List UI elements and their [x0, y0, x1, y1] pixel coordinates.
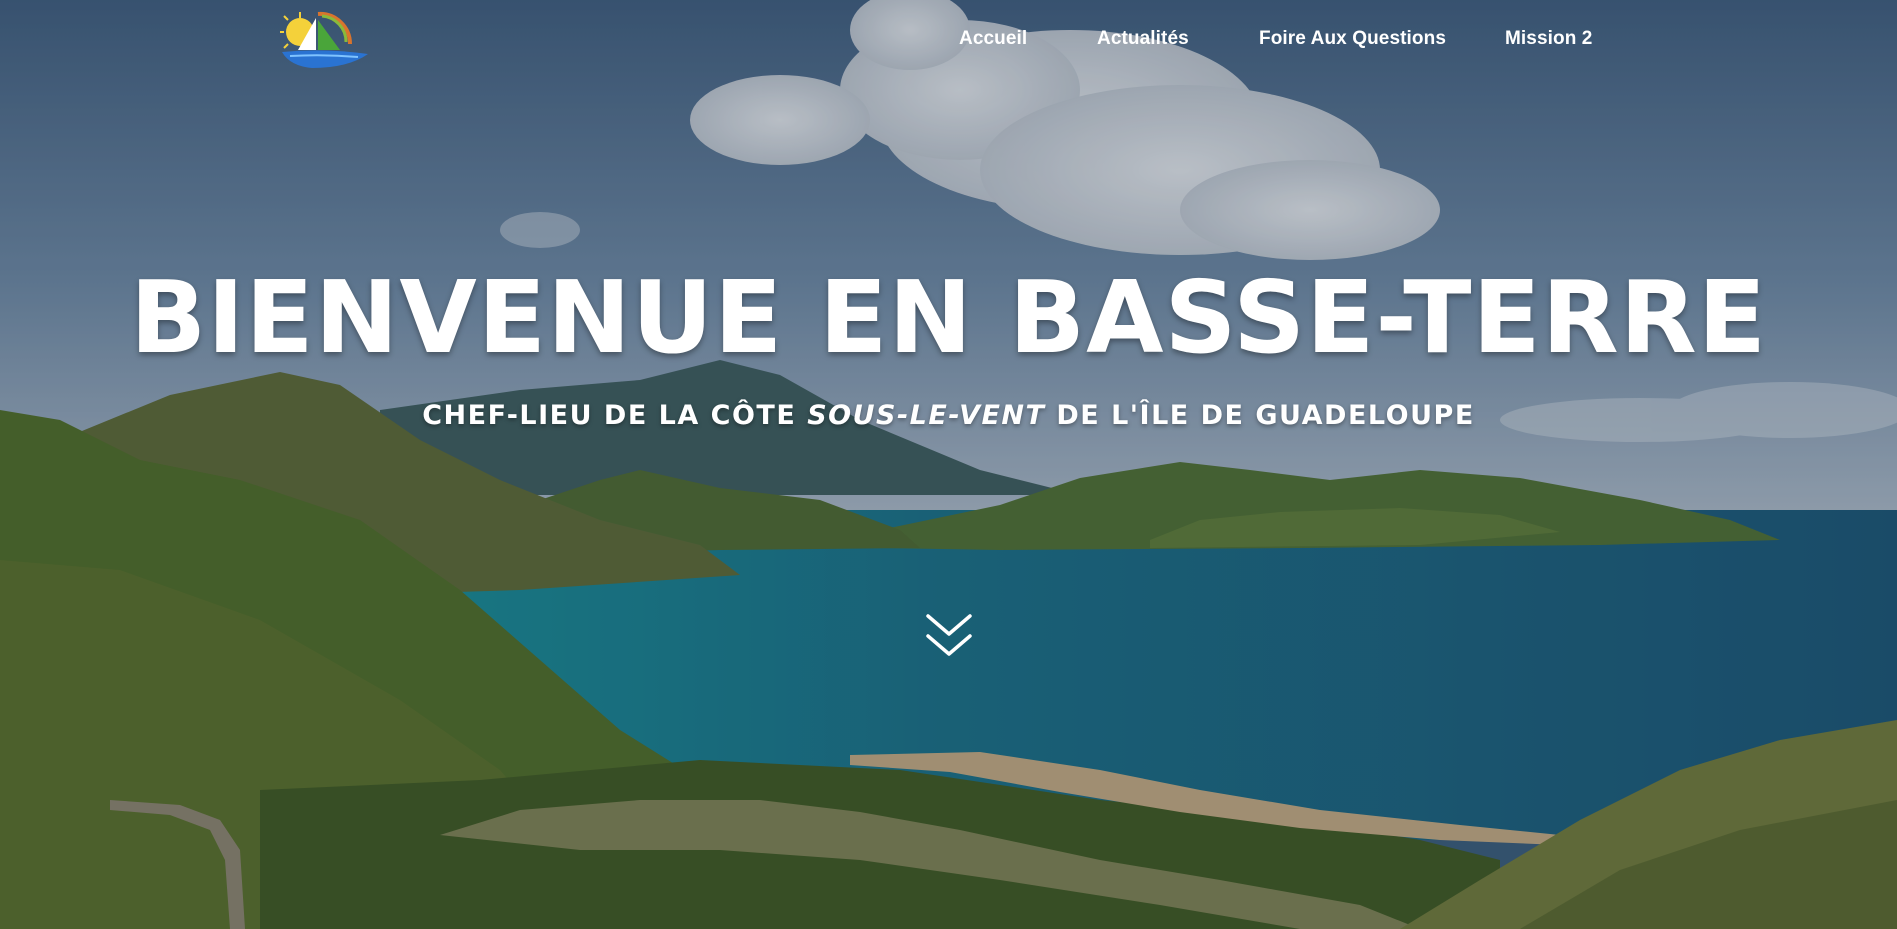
- subtitle-emphasis: SOUS-LE-VENT: [807, 400, 1046, 431]
- hero-section: [0, 0, 1897, 929]
- hero-dark-overlay: [0, 0, 1897, 929]
- chevron-double-down-icon[interactable]: [924, 612, 974, 660]
- page-title: BIENVENUE EN BASSE-TERRE: [129, 259, 1768, 376]
- nav-item-faq[interactable]: Foire Aux Questions: [1259, 28, 1446, 50]
- subtitle-part-1: CHEF-LIEU DE LA CÔTE: [422, 400, 808, 431]
- nav-item-accueil[interactable]: Accueil: [959, 28, 1027, 50]
- subtitle-part-2: DE L'ÎLE DE GUADELOUPE: [1045, 400, 1475, 431]
- nav-item-mission-2[interactable]: Mission 2: [1505, 28, 1592, 50]
- sailboat-logo-icon[interactable]: [278, 10, 370, 70]
- nav-item-actualites[interactable]: Actualités: [1097, 28, 1189, 50]
- page-subtitle: CHEF-LIEU DE LA CÔTE SOUS-LE-VENT DE L'Î…: [0, 398, 1897, 434]
